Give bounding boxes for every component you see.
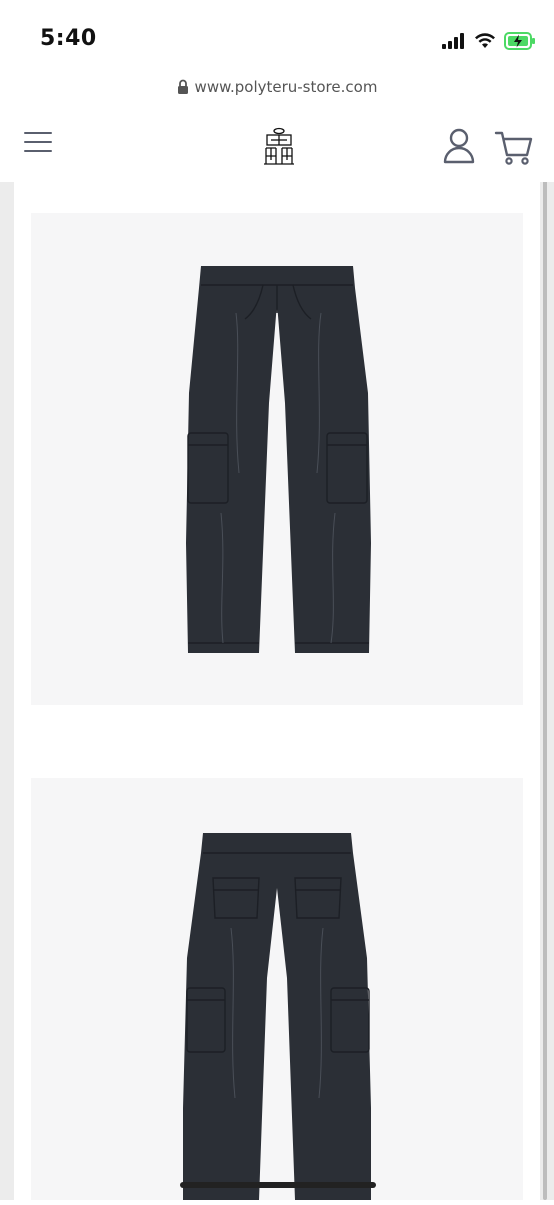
- site-logo[interactable]: [262, 126, 296, 166]
- lock-icon: [177, 79, 188, 94]
- wifi-icon: [475, 33, 495, 48]
- battery-charging-icon: [504, 32, 535, 50]
- scrollbar[interactable]: [543, 140, 547, 1200]
- url-bar[interactable]: www.polyteru-store.com: [0, 70, 554, 105]
- cargo-pants-back-image: [183, 833, 371, 1200]
- status-icons: [442, 30, 536, 52]
- account-icon[interactable]: [442, 126, 476, 166]
- home-indicator[interactable]: [180, 1182, 376, 1188]
- product-image-front[interactable]: [31, 213, 523, 705]
- cellular-signal-icon: [442, 33, 464, 49]
- cargo-pants-front-image: [186, 266, 371, 653]
- status-bar: 5:40: [0, 0, 554, 70]
- status-time: 5:40: [40, 26, 97, 51]
- cart-icon[interactable]: [494, 128, 534, 166]
- product-image-back[interactable]: [31, 778, 523, 1200]
- hamburger-menu-icon[interactable]: [24, 132, 52, 154]
- site-header: [0, 104, 554, 182]
- page-gutter-left: [0, 150, 14, 1200]
- url-text: www.polyteru-store.com: [194, 78, 378, 96]
